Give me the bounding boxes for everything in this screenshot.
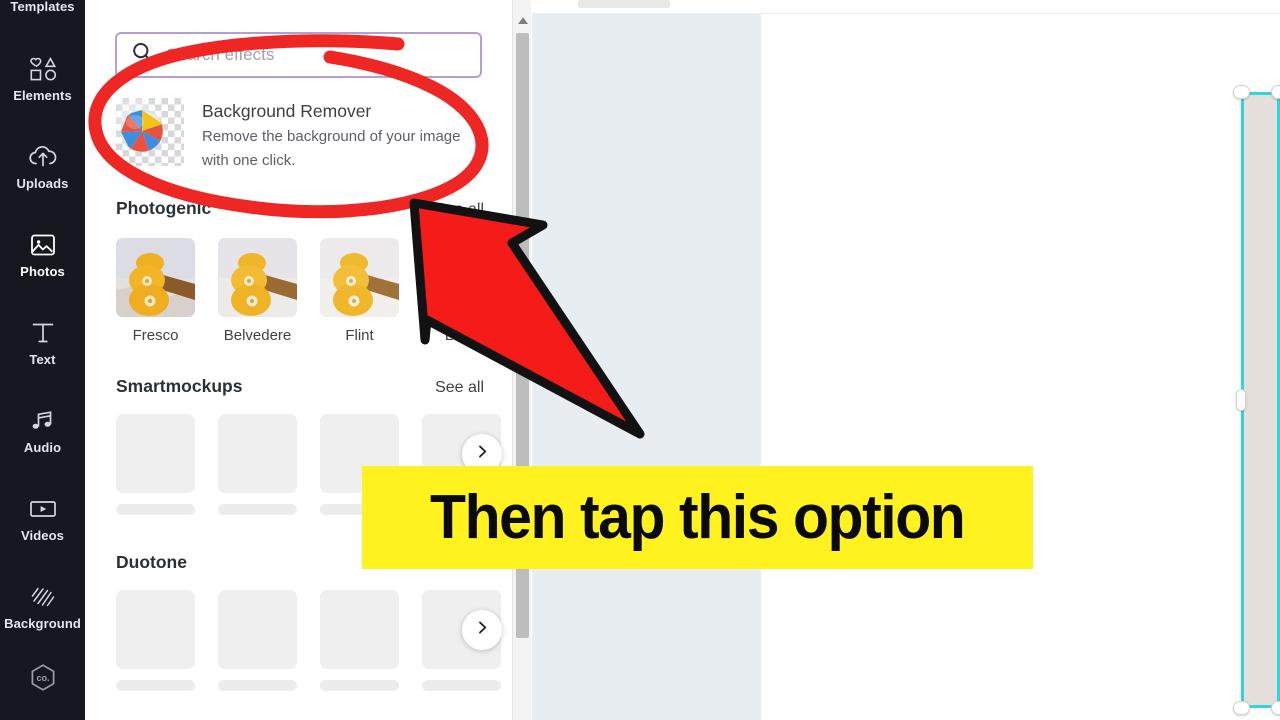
- duotone-thumbnail-placeholder: [320, 590, 399, 669]
- chevron-right-icon: [476, 444, 489, 464]
- sidebar-item-label: Videos: [21, 527, 64, 543]
- svg-text:co.: co.: [36, 673, 49, 683]
- scrollbar-thumb[interactable]: [516, 33, 529, 638]
- duotone-label-placeholder: [422, 680, 501, 691]
- effect-thumbnail: [218, 238, 297, 317]
- sidebar-item-label: Elements: [13, 87, 72, 103]
- section-header-duotone: Duotone: [116, 552, 484, 573]
- effect-tile[interactable]: Luna: [422, 238, 501, 345]
- photos-icon: [29, 230, 57, 260]
- mockup-tile[interactable]: [320, 414, 399, 515]
- sidebar-item-label: Background: [4, 615, 81, 631]
- mockup-thumbnail-placeholder: [116, 414, 195, 493]
- sidebar-item-text[interactable]: Text: [0, 298, 85, 386]
- duotone-tiles: [116, 590, 501, 691]
- effect-thumbnail: [422, 238, 501, 317]
- chevron-right-icon: [476, 620, 489, 640]
- duotone-next-button[interactable]: [462, 610, 502, 650]
- audio-icon: [29, 406, 57, 436]
- scroll-up-button[interactable]: [513, 12, 532, 29]
- effect-name: Flint: [345, 327, 374, 344]
- section-header-photogenic: Photogenic See all: [116, 198, 484, 219]
- mockup-thumbnail-placeholder: [320, 414, 399, 493]
- mockup-tile[interactable]: [116, 414, 195, 515]
- mockup-label-placeholder: [116, 504, 195, 515]
- background-remover-row[interactable]: Background Remover Remove the background…: [116, 98, 496, 178]
- effect-thumbnail: [320, 238, 399, 317]
- canvas-left-fill: [532, 13, 761, 720]
- sidebar-item-background[interactable]: Background: [0, 562, 85, 650]
- sidebar-item-audio[interactable]: Audio: [0, 386, 85, 474]
- section-header-smartmockups: Smartmockups See all: [116, 376, 484, 397]
- videos-icon: [28, 494, 58, 524]
- effect-name: Fresco: [132, 327, 179, 344]
- resize-handle-bottom-right[interactable]: [1271, 701, 1280, 715]
- brand-hex-icon: co.: [27, 662, 59, 692]
- see-all-link[interactable]: See all: [435, 379, 484, 397]
- sidebar-item-label: Photos: [20, 263, 65, 279]
- section-title: Smartmockups: [116, 376, 243, 396]
- duotone-tile[interactable]: [320, 590, 399, 691]
- resize-handle-bottom-left[interactable]: [1233, 701, 1250, 715]
- mockup-thumbnail-placeholder: [218, 414, 297, 493]
- smartmockups-tiles: [116, 414, 501, 515]
- section-title: Duotone: [116, 552, 187, 572]
- mockup-label-placeholder: [320, 504, 399, 515]
- sidebar-item-uploads[interactable]: Uploads: [0, 122, 85, 210]
- sidebar-item-label: Uploads: [16, 175, 69, 191]
- beach-ball-transparency-icon: [116, 98, 184, 166]
- sidebar-item-templates[interactable]: Templates: [0, 0, 85, 34]
- background-remover-title: Background Remover: [202, 101, 372, 121]
- duotone-thumbnail-placeholder: [116, 590, 195, 669]
- photogenic-tiles: Fresco Belvedere Flint Luna: [116, 238, 501, 345]
- duotone-tile[interactable]: [218, 590, 297, 691]
- duotone-thumbnail-placeholder: [218, 590, 297, 669]
- effect-tile[interactable]: Fresco: [116, 238, 195, 345]
- effect-name: Luna: [444, 327, 479, 344]
- duotone-label-placeholder: [116, 680, 195, 691]
- background-icon: [29, 582, 57, 612]
- effect-name: Belvedere: [223, 327, 292, 344]
- resize-handle-top-left[interactable]: [1233, 85, 1250, 99]
- duotone-label-placeholder: [218, 680, 297, 691]
- sidebar-item-label: Audio: [23, 439, 62, 455]
- see-all-link[interactable]: See all: [435, 201, 484, 219]
- panel-scrollbar[interactable]: [512, 0, 531, 720]
- triangle-up-icon: [517, 12, 529, 30]
- mockup-label-placeholder: [218, 504, 297, 515]
- search-icon: [131, 41, 154, 69]
- section-title: Photogenic: [116, 198, 212, 218]
- effect-tile[interactable]: Belvedere: [218, 238, 297, 345]
- mockup-tile[interactable]: [218, 414, 297, 515]
- selected-canvas-element[interactable]: [1233, 85, 1280, 715]
- elements-icon: [29, 54, 57, 84]
- sidebar-item-photos[interactable]: Photos: [0, 210, 85, 298]
- sidebar-item-label: Text: [29, 351, 56, 367]
- search-input[interactable]: [166, 45, 456, 65]
- resize-handle-top-right[interactable]: [1271, 85, 1280, 99]
- left-sidebar: Templates Elements Uploads Photos Text A…: [0, 0, 85, 720]
- sidebar-item-brand[interactable]: co.: [0, 650, 85, 708]
- search-box[interactable]: [115, 32, 482, 78]
- duotone-label-placeholder: [320, 680, 399, 691]
- mockup-label-placeholder: [430, 504, 493, 515]
- text-icon: [30, 318, 56, 348]
- uploads-icon: [28, 142, 58, 172]
- smartmockups-next-button[interactable]: [462, 434, 502, 474]
- effects-panel: Background Remover Remove the background…: [85, 0, 532, 720]
- background-remover-description: Remove the background of your image with…: [202, 128, 461, 169]
- effect-thumbnail: [116, 238, 195, 317]
- sidebar-item-label: Templates: [10, 0, 75, 14]
- resize-handle-left-middle[interactable]: [1236, 389, 1246, 411]
- sidebar-item-videos[interactable]: Videos: [0, 474, 85, 562]
- toolbar-placeholder: [578, 0, 670, 8]
- duotone-tile[interactable]: [116, 590, 195, 691]
- canvas-area[interactable]: [532, 0, 1280, 720]
- effect-tile[interactable]: Flint: [320, 238, 399, 345]
- sidebar-item-elements[interactable]: Elements: [0, 34, 85, 122]
